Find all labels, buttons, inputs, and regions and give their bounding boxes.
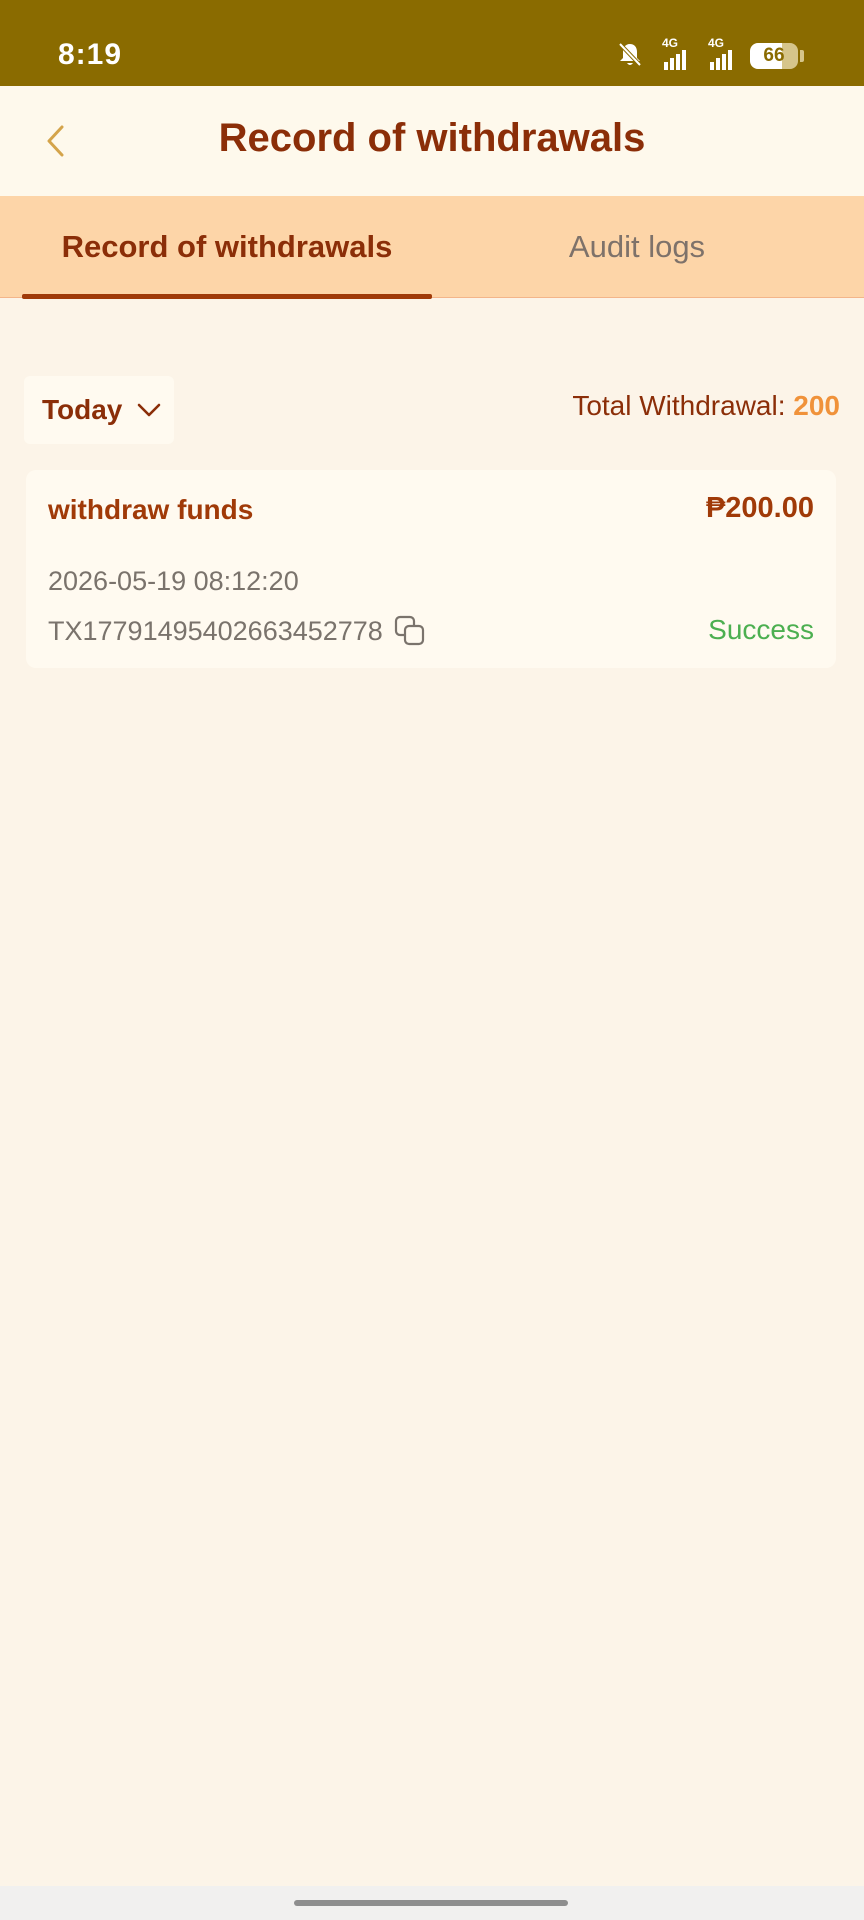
- status-time: 8:19: [58, 38, 123, 71]
- page-title: Record of withdrawals: [218, 116, 646, 160]
- navigation-bar: [0, 1886, 864, 1920]
- battery-tip: [800, 50, 804, 62]
- total-withdrawal-value: 200: [793, 390, 840, 421]
- network-type-label: 4G: [662, 36, 679, 50]
- chevron-down-icon: [138, 403, 161, 417]
- total-withdrawal: Total Withdrawal: 200: [572, 390, 840, 422]
- notifications-muted-icon: [616, 40, 644, 73]
- tab-audit-logs[interactable]: Audit logs: [432, 196, 842, 298]
- date-filter-dropdown[interactable]: Today: [24, 376, 174, 444]
- home-gesture-handle[interactable]: [294, 1900, 568, 1906]
- date-filter-value: Today: [42, 394, 123, 425]
- withdrawal-record-card: withdraw funds ₱200.00 2026-05-19 08:12:…: [26, 470, 836, 668]
- tab-active-indicator: [22, 294, 432, 299]
- network-type-label: 4G: [708, 36, 725, 50]
- record-amount: ₱200.00: [705, 492, 814, 524]
- transaction-id-text: TX17791495402663452778: [48, 615, 383, 646]
- tab-label: Record of withdrawals: [61, 229, 393, 264]
- record-transaction-id: TX17791495402663452778: [48, 614, 427, 648]
- total-withdrawal-label: Total Withdrawal:: [572, 390, 786, 421]
- status-bar: 8:19 4G 4G 66: [0, 0, 864, 86]
- copy-icon[interactable]: [393, 614, 427, 648]
- tab-record-of-withdrawals[interactable]: Record of withdrawals: [22, 196, 432, 299]
- tab-bar: Record of withdrawals Audit logs: [0, 196, 864, 299]
- signal-strength-icon: 4G: [658, 36, 690, 72]
- header: Record of withdrawals: [0, 86, 864, 196]
- battery-icon: 66: [750, 43, 798, 69]
- record-title: withdraw funds: [48, 494, 254, 525]
- status-icons: 4G 4G 66: [616, 36, 804, 73]
- tab-label: Audit logs: [568, 229, 706, 264]
- record-status: Success: [708, 614, 814, 645]
- battery-percent: 66: [763, 45, 785, 66]
- record-datetime: 2026-05-19 08:12:20: [48, 566, 299, 596]
- signal-strength-icon: 4G: [704, 36, 736, 72]
